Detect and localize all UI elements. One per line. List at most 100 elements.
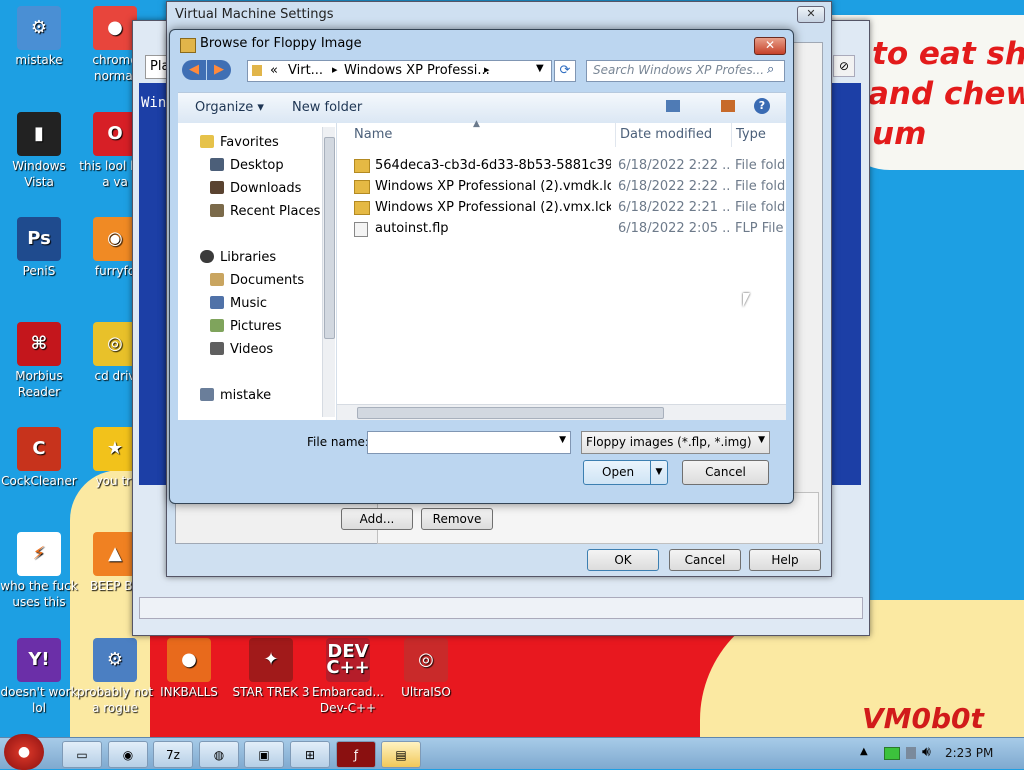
address-bar[interactable]: « Virt... ▸ Windows XP Professi... ▸ ▼: [247, 60, 552, 82]
forward-button[interactable]: ▶: [207, 60, 231, 80]
organize-button[interactable]: Organize ▾: [195, 100, 264, 115]
nav-libraries[interactable]: Libraries: [200, 248, 276, 268]
clock[interactable]: 2:23 PM: [945, 746, 993, 760]
start-button[interactable]: ●: [4, 734, 44, 770]
tray-battery-icon[interactable]: [884, 747, 900, 760]
desktop-icon-6[interactable]: ⌘ Morbius Reader: [0, 322, 80, 400]
dialog-close-button[interactable]: ✕: [754, 37, 786, 55]
desktop-icon-label: INKBALLS: [160, 685, 218, 699]
back-button[interactable]: ◀: [182, 60, 206, 80]
open-dropdown-icon[interactable]: ▼: [650, 461, 667, 484]
help-icon[interactable]: ?: [754, 98, 770, 114]
desktop-icon-12[interactable]: Y! doesn't work lol: [0, 638, 80, 716]
desktop-icon-17[interactable]: ◎ UltraISO: [385, 638, 467, 700]
desktop-icon-label: doesn't work lol: [0, 685, 78, 715]
help-button[interactable]: Help: [749, 549, 821, 571]
desktop-app-icon: ●: [93, 6, 137, 50]
nav-desktop[interactable]: Desktop: [210, 156, 284, 176]
file-row[interactable]: 564deca3-cb3d-6d33-8b53-5881c39... 6/18/2…: [337, 155, 786, 176]
navigation-pane: Favorites Desktop Downloads Recent Place…: [178, 123, 337, 420]
column-header-date[interactable]: Date modified: [615, 123, 712, 147]
bg-toolbar-icon[interactable]: ⊘: [833, 55, 855, 77]
open-button-label: Open: [602, 465, 635, 479]
taskbar-vmware-icon[interactable]: ▣: [244, 741, 284, 768]
file-list-hscrollbar-thumb[interactable]: [357, 407, 664, 419]
column-header-name[interactable]: Name: [354, 123, 392, 147]
vm-settings-close-button[interactable]: ✕: [797, 6, 825, 23]
view-options-icon[interactable]: [666, 100, 680, 112]
desktop-icon-16[interactable]: DEV C++ Embarcad... Dev-C++: [307, 638, 389, 716]
breadcrumb-arrow-1[interactable]: ▸: [332, 63, 338, 76]
desktop-icon-15[interactable]: ✦ STAR TREK 3: [230, 638, 312, 700]
search-icon[interactable]: ⌕: [767, 62, 774, 77]
address-prefix: «: [270, 63, 278, 78]
nav-downloads[interactable]: Downloads: [210, 179, 301, 199]
new-folder-button[interactable]: New folder: [292, 100, 362, 115]
file-type: File folde: [735, 179, 786, 194]
dialog-title: Browse for Floppy Image: [200, 36, 362, 51]
file-type: File folde: [735, 158, 786, 173]
vm-cancel-button[interactable]: Cancel: [669, 549, 741, 571]
desktop-icon-label: probably not a rogue: [76, 685, 154, 715]
address-dropdown-icon[interactable]: ▼: [536, 63, 544, 74]
desktop-icon-10[interactable]: ⚡ who the fuck uses this: [0, 532, 80, 610]
nav-documents[interactable]: Documents: [210, 271, 304, 291]
ok-button[interactable]: OK: [587, 549, 659, 571]
documents-icon: [210, 273, 224, 286]
refresh-button[interactable]: ⟳: [554, 60, 576, 82]
add-hardware-button[interactable]: Add...: [341, 508, 413, 530]
nav-pictures[interactable]: Pictures: [210, 317, 281, 337]
desktop-icon-14[interactable]: ● INKBALLS: [148, 638, 230, 700]
file-row[interactable]: Windows XP Professional (2).vmdk.lck 6/18…: [337, 176, 786, 197]
nav-favorites[interactable]: Favorites: [200, 133, 279, 153]
taskbar-explorer-icon[interactable]: ▤: [381, 741, 421, 768]
breadcrumb-arrow-2[interactable]: ▸: [484, 63, 490, 76]
preview-pane-icon[interactable]: [721, 100, 735, 112]
open-button[interactable]: Open ▼: [583, 460, 668, 485]
desktop-icon-label: Windows Vista: [12, 159, 66, 189]
file-name-dropdown-icon[interactable]: ▼: [559, 435, 566, 445]
search-box[interactable]: Search Windows XP Profes... ⌕: [586, 60, 785, 82]
desktop-icon-0[interactable]: ⚙ mistake: [0, 6, 80, 68]
taskbar-7zip-icon[interactable]: 7z: [153, 741, 193, 768]
desktop-icon-13[interactable]: ⚙ probably not a rogue: [74, 638, 156, 716]
file-name: Windows XP Professional (2).vmdk.lck: [375, 179, 611, 194]
file-row[interactable]: autoinst.flp 6/18/2022 2:05 ... FLP File: [337, 218, 786, 239]
desktop-icon-8[interactable]: C CockCleaner: [0, 427, 80, 489]
desktop-app-icon: ⚙: [17, 6, 61, 50]
nav-music[interactable]: Music: [210, 294, 267, 314]
tray-volume-icon[interactable]: 🔊︎: [922, 744, 931, 760]
nav-recent-places[interactable]: Recent Places: [210, 202, 320, 222]
taskbar-folder-icon[interactable]: ▭: [62, 741, 102, 768]
nav-videos[interactable]: Videos: [210, 340, 273, 360]
remove-hardware-button[interactable]: Remove: [421, 508, 493, 530]
breadcrumb-windows-xp[interactable]: Windows XP Professi...: [344, 63, 490, 78]
file-name: autoinst.flp: [375, 221, 449, 236]
search-input[interactable]: Search Windows XP Profes...: [593, 63, 764, 77]
desktop-icon-2[interactable]: ▮ Windows Vista: [0, 112, 80, 190]
file-row[interactable]: Windows XP Professional (2).vmx.lck 6/18/…: [337, 197, 786, 218]
desktop-app-icon: ▲: [93, 532, 137, 576]
taskbar-chrome-icon[interactable]: ◉: [108, 741, 148, 768]
desktop-app-icon: C: [17, 427, 61, 471]
taskbar-firefox-icon[interactable]: ◍: [199, 741, 239, 768]
tray-expand-icon[interactable]: ▲: [860, 746, 868, 757]
taskbar-network-icon[interactable]: ⊞: [290, 741, 330, 768]
file-type-select[interactable]: Floppy images (*.flp, *.img) ▼: [581, 431, 770, 454]
file-type-dropdown-icon[interactable]: ▼: [758, 435, 765, 445]
breadcrumb-virt[interactable]: Virt...: [288, 63, 323, 78]
column-header-type[interactable]: Type: [731, 123, 766, 147]
desktop-app-icon: ⌘: [17, 322, 61, 366]
taskbar-flash-icon[interactable]: ƒ: [336, 741, 376, 768]
bg-vm-text: Win: [141, 95, 167, 111]
file-date: 6/18/2022 2:22 ...: [618, 179, 730, 194]
file-name-input[interactable]: ▼: [367, 431, 571, 454]
cancel-button[interactable]: Cancel: [682, 460, 769, 485]
desktop-icon-label: Embarcad... Dev-C++: [312, 685, 384, 715]
desktop-icon-4[interactable]: Ps PeniS: [0, 217, 80, 279]
tray-device-icon[interactable]: [906, 747, 916, 759]
nav-libraries-label: Libraries: [220, 250, 277, 265]
nav-scrollbar-thumb[interactable]: [324, 137, 335, 339]
file-date: 6/18/2022 2:21 ...: [618, 200, 730, 215]
nav-mistake[interactable]: mistake: [200, 386, 271, 406]
